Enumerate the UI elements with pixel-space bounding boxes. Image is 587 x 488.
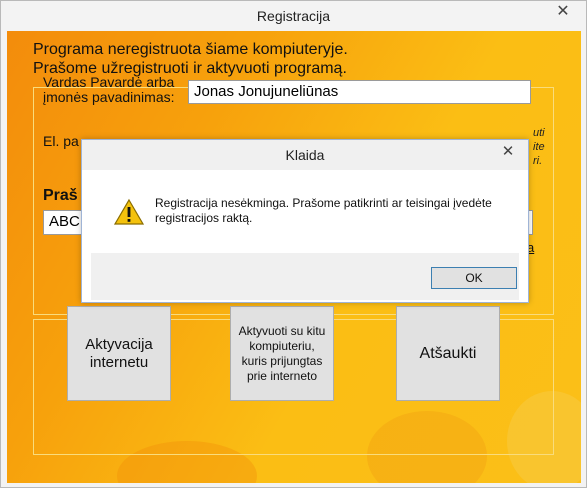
dialog-title-bar: Klaida ✕: [82, 140, 528, 170]
warning-icon: [114, 198, 144, 225]
dialog-message: Registracija nesėkminga. Prašome patikri…: [155, 196, 492, 225]
dialog-footer: OK: [91, 253, 519, 300]
dialog-body: Registracija nesėkminga. Prašome patikri…: [91, 171, 519, 253]
ok-button[interactable]: OK: [431, 267, 517, 289]
dialog-close-button[interactable]: ✕: [494, 142, 522, 162]
modal-layer: Klaida ✕ Registracija nesėkminga. Prašom…: [0, 0, 587, 488]
error-dialog: Klaida ✕ Registracija nesėkminga. Prašom…: [81, 139, 529, 303]
dialog-title: Klaida: [285, 147, 325, 163]
